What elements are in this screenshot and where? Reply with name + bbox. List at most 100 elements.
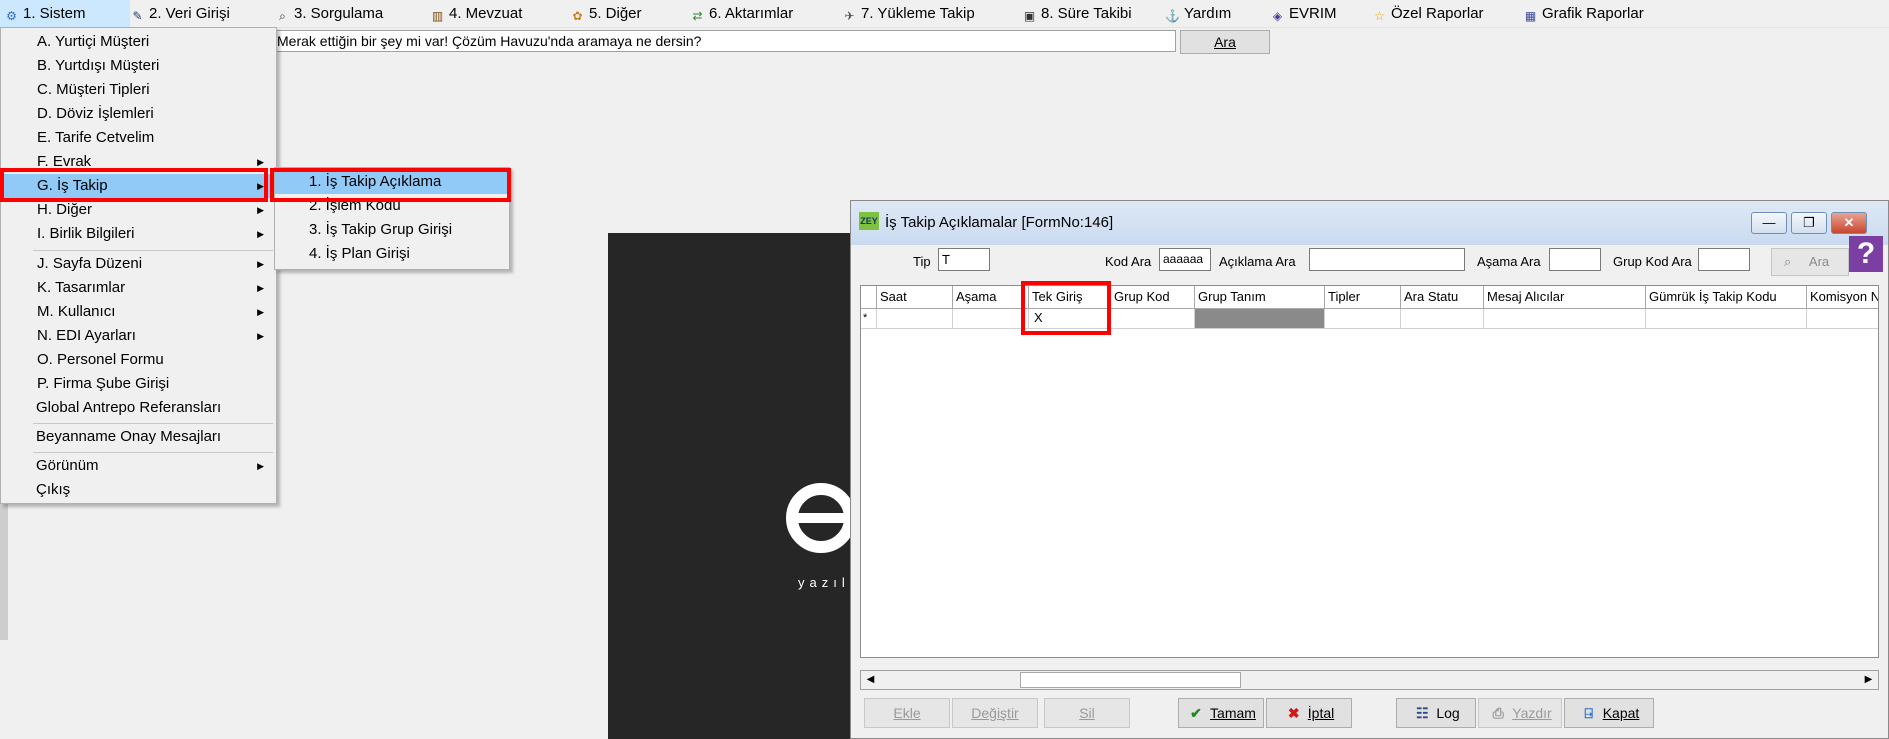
cell-mesaj-alicilar[interactable]	[1484, 309, 1646, 329]
menu-yukleme-takip-label: 7. Yükleme Takip	[861, 5, 975, 22]
menu-item-yurtdisi-musteri[interactable]: B. Yurtdışı Müşteri	[1, 54, 276, 78]
menu-item-gorunum[interactable]: Görünüm ▶	[1, 454, 276, 478]
submenu-arrow-icon: ▶	[257, 259, 264, 269]
splash-panel: yazılı	[608, 233, 858, 739]
menu-yardim[interactable]: ⚓ Yardım	[1165, 0, 1231, 27]
menu-item-tasarimlar[interactable]: K. Tasarımlar ▶	[1, 276, 276, 300]
aciklama-ara-input[interactable]	[1309, 248, 1465, 271]
star-icon: ☆	[1374, 9, 1385, 23]
tamam-button[interactable]: ✔ Tamam	[1178, 698, 1264, 728]
cell-tipler[interactable]	[1325, 309, 1401, 329]
column-header-gumruk-is-takip-kodu[interactable]: Gümrük İş Takip Kodu	[1646, 286, 1807, 309]
search-button[interactable]: Ara	[1180, 30, 1270, 54]
menu-evrim[interactable]: ◈ EVRIM	[1270, 0, 1337, 27]
tip-input[interactable]: T	[938, 248, 990, 271]
menu-sure-takibi[interactable]: ▣ 8. Süre Takibi	[1022, 0, 1132, 27]
cell-grup-tanim[interactable]	[1195, 309, 1325, 329]
menu-item-label: E. Tarife Cetvelim	[37, 129, 155, 146]
data-grid[interactable]: Saat Aşama Tek Giriş Grup Kod Grup Tanım…	[860, 285, 1879, 658]
scroll-right-icon[interactable]: ▶	[1860, 672, 1877, 688]
column-header-mesaj-alicilar[interactable]: Mesaj Alıcılar	[1484, 286, 1646, 309]
sorgulama-icon: ⌕	[279, 9, 286, 23]
degistir-label: Değiştir	[971, 705, 1019, 721]
background-scrollbar[interactable]	[0, 500, 8, 640]
degistir-button[interactable]: Değiştir	[952, 698, 1038, 728]
mevzuat-icon: ▥	[431, 9, 444, 23]
scroll-left-icon[interactable]: ◀	[862, 672, 879, 688]
kod-ara-label: Kod Ara	[1105, 254, 1152, 269]
scroll-thumb[interactable]	[1020, 672, 1241, 688]
cell-asama[interactable]	[953, 309, 1029, 329]
menu-item-cikis[interactable]: Çıkış	[1, 478, 276, 502]
close-button[interactable]: ✕	[1831, 212, 1867, 234]
menu-item-yurtici-musteri[interactable]: A. Yurtiçi Müşteri	[1, 30, 276, 54]
menu-item-birlik-bilgileri[interactable]: I. Birlik Bilgileri ▶	[1, 222, 276, 246]
tip-label: Tip	[913, 254, 931, 269]
submenu-item-label: 3. İş Takip Grup Girişi	[309, 221, 453, 238]
cell-grup-kod[interactable]	[1111, 309, 1195, 329]
submenu-arrow-icon: ▶	[257, 331, 264, 341]
menu-item-beyanname-onay[interactable]: Beyanname Onay Mesajları	[1, 425, 276, 449]
kod-ara-input[interactable]: aaaaaa	[1159, 248, 1211, 271]
log-button[interactable]: ☷ Log	[1396, 698, 1476, 728]
menu-item-tarife-cetvelim[interactable]: E. Tarife Cetvelim	[1, 126, 276, 150]
menu-item-kullanici[interactable]: M. Kullanıcı ▶	[1, 300, 276, 324]
menu-sistem-label: 1. Sistem	[23, 5, 86, 22]
menu-item-edi-ayarlari[interactable]: N. EDI Ayarları ▶	[1, 324, 276, 348]
menu-mevzuat-label: 4. Mevzuat	[449, 5, 523, 22]
menu-item-label: Görünüm	[36, 457, 99, 474]
menu-item-sayfa-duzeni[interactable]: J. Sayfa Düzeni ▶	[1, 252, 276, 276]
maximize-button[interactable]: ❐	[1791, 212, 1827, 234]
menu-item-global-antrepo[interactable]: Global Antrepo Referansları	[1, 396, 276, 420]
menu-sistem[interactable]: ⚙ 1. Sistem	[0, 0, 130, 27]
submenu-arrow-icon: ▶	[257, 283, 264, 293]
menu-item-doviz-islemleri[interactable]: D. Döviz İşlemleri	[1, 102, 276, 126]
yazdir-button[interactable]: ⎙ Yazdır	[1478, 698, 1562, 728]
cell-gumruk-is-takip-kodu[interactable]	[1646, 309, 1807, 329]
iptal-button[interactable]: ✖ İptal	[1266, 698, 1352, 728]
menu-bar: ⚙ 1. Sistem ✎ 2. Veri Girişi ⌕ 3. Sorgulama…	[0, 0, 1889, 28]
filter-ara-button[interactable]: ⌕ Ara	[1771, 248, 1849, 276]
submenu-item-is-plan-girisi[interactable]: 4. İş Plan Girişi	[275, 242, 509, 266]
asama-ara-input[interactable]	[1549, 248, 1601, 271]
menu-grafik-raporlar[interactable]: ▦ Grafik Raporlar	[1523, 0, 1644, 27]
column-header-grup-kod[interactable]: Grup Kod	[1111, 286, 1195, 309]
menu-aktarimlar[interactable]: ⇄ 6. Aktarımlar	[690, 0, 793, 27]
column-header-ara-statu[interactable]: Ara Statu	[1401, 286, 1484, 309]
kapat-button[interactable]: ⍈ Kapat	[1564, 698, 1654, 728]
cell-komisyon-no[interactable]	[1807, 309, 1878, 329]
yardim-icon: ⚓	[1165, 9, 1180, 23]
menu-veri-girisi[interactable]: ✎ 2. Veri Girişi	[130, 0, 229, 27]
column-header-tipler[interactable]: Tipler	[1325, 286, 1401, 309]
menu-item-personel-formu[interactable]: O. Personel Formu	[1, 348, 276, 372]
column-header-asama[interactable]: Aşama	[953, 286, 1029, 309]
menu-item-musteri-tipleri[interactable]: C. Müşteri Tipleri	[1, 78, 276, 102]
menu-yukleme-takip[interactable]: ✈ 7. Yükleme Takip	[842, 0, 975, 27]
logo-e-bar	[793, 513, 853, 523]
column-header-komisyon-no[interactable]: Komisyon No	[1807, 286, 1878, 309]
solution-pool-search-input[interactable]: Merak ettiğin bir şey mi var! Çözüm Havu…	[272, 30, 1176, 52]
menu-sorgulama[interactable]: ⌕ 3. Sorgulama	[275, 0, 383, 27]
submenu-item-is-takip-grup-girisi[interactable]: 3. İş Takip Grup Girişi	[275, 218, 509, 242]
menu-item-label: J. Sayfa Düzeni	[37, 255, 143, 272]
cell-ara-statu[interactable]	[1401, 309, 1484, 329]
menu-mevzuat[interactable]: ▥ 4. Mevzuat	[430, 0, 523, 27]
ekle-button[interactable]: Ekle	[864, 698, 950, 728]
menu-ozel-raporlar[interactable]: ☆ Özel Raporlar	[1372, 0, 1483, 27]
ekle-label: Ekle	[893, 705, 921, 721]
window-titlebar[interactable]: ZEY İş Takip Açıklamalar [FormNo:146] — …	[851, 201, 1888, 245]
help-icon[interactable]: ?	[1849, 236, 1883, 272]
sistem-dropdown-menu: A. Yurtiçi Müşteri B. Yurtdışı Müşteri C…	[0, 27, 277, 504]
cell-saat[interactable]	[877, 309, 953, 329]
sil-button[interactable]: Sil	[1044, 698, 1130, 728]
minimize-button[interactable]: —	[1751, 212, 1787, 234]
column-header-grup-tanim[interactable]: Grup Tanım	[1195, 286, 1325, 309]
menu-separator	[33, 452, 273, 453]
column-header-saat[interactable]: Saat	[877, 286, 953, 309]
grid-horizontal-scrollbar[interactable]: ◀ ▶	[860, 670, 1879, 690]
new-row-marker: *	[861, 309, 877, 329]
grup-kod-ara-input[interactable]	[1698, 248, 1750, 271]
menu-diger[interactable]: ✿ 5. Diğer	[570, 0, 641, 27]
menu-item-firma-sube-girisi[interactable]: P. Firma Şube Girişi	[1, 372, 276, 396]
submenu-arrow-icon: ▶	[257, 461, 264, 471]
